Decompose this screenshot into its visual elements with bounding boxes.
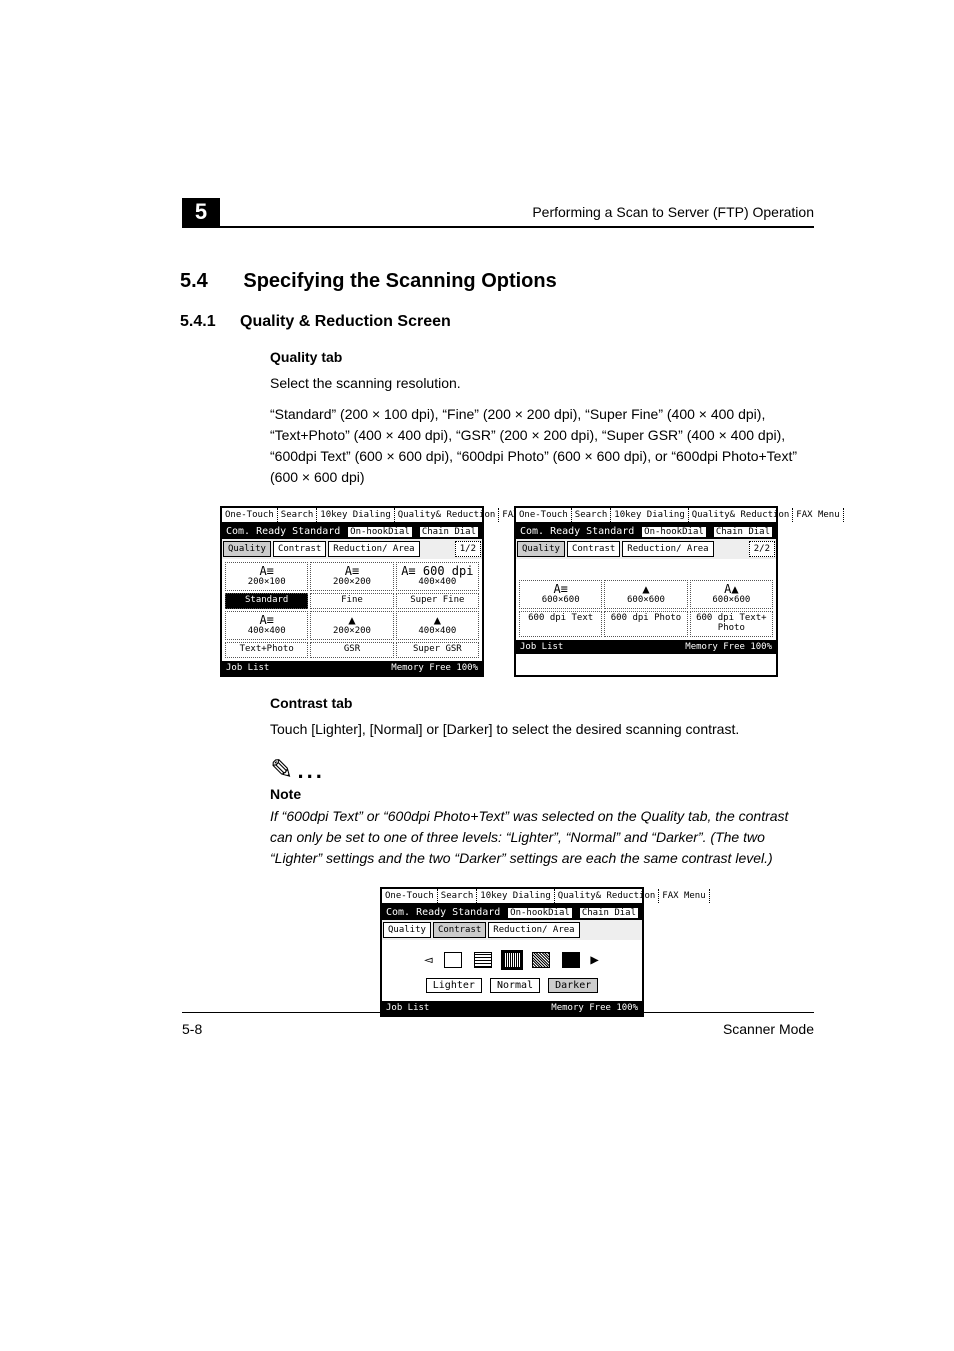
contrast-level[interactable]	[474, 952, 492, 968]
subsection-title: Quality & Reduction Screen	[240, 313, 451, 330]
contrast-tab-heading: Contrast tab	[270, 695, 814, 711]
sub-tab-quality[interactable]: Quality	[223, 541, 271, 557]
resolution-option[interactable]: A≡600×600	[519, 580, 602, 609]
resolution-option-textphoto[interactable]: Text+Photo	[225, 642, 308, 658]
sub-tab-quality[interactable]: Quality	[517, 541, 565, 557]
resolution-option[interactable]: ▲400×400	[396, 611, 479, 640]
triangle-left-icon: ◅	[424, 952, 433, 968]
contrast-scale: ◅ ▶	[382, 940, 642, 974]
lcd-screen-quality-page2: One-Touch Search 10key Dialing Quality& …	[514, 506, 778, 677]
top-tab[interactable]: Search	[572, 508, 612, 522]
triangle-right-icon: ▶	[590, 952, 599, 968]
sub-tab-quality[interactable]: Quality	[383, 922, 431, 938]
top-tab[interactable]: FAX Menu	[659, 889, 709, 903]
resolution-option[interactable]: ▲600×600	[604, 580, 687, 609]
top-tab[interactable]: Quality& Reduction	[689, 508, 794, 522]
resolution-option[interactable]: A≡ 600 dpi400×400	[396, 562, 479, 591]
resolution-option-standard[interactable]: Standard	[225, 593, 308, 609]
quality-body: “Standard” (200 × 100 dpi), “Fine” (200 …	[270, 404, 814, 488]
status-mid: Standard	[586, 526, 634, 537]
contrast-level[interactable]	[503, 952, 521, 968]
page-indicator: 2/2	[749, 541, 775, 557]
lcd-screen-quality-page1: One-Touch Search 10key Dialing Quality& …	[220, 506, 484, 677]
status-left: Com. Ready	[386, 907, 446, 918]
resolution-option[interactable]: A≡200×200	[310, 562, 393, 591]
page-number: 5-8	[182, 1021, 202, 1037]
section-heading: 5.4 Specifying the Scanning Options	[180, 270, 834, 293]
top-tab[interactable]: Quality& Reduction	[555, 889, 660, 903]
on-hook-dial-button[interactable]: On-hookDial	[642, 527, 706, 537]
sub-tab-reduction[interactable]: Reduction/ Area	[488, 922, 579, 938]
memory-indicator: Memory Free 100%	[391, 663, 478, 673]
resolution-option-gsr[interactable]: GSR	[310, 642, 393, 658]
on-hook-dial-button[interactable]: On-hookDial	[348, 527, 412, 537]
sub-tab-contrast[interactable]: Contrast	[433, 922, 486, 938]
sub-tab-contrast[interactable]: Contrast	[273, 541, 326, 557]
note-body: If “600dpi Text” or “600dpi Photo+Text” …	[270, 806, 814, 869]
running-head: Performing a Scan to Server (FTP) Operat…	[532, 204, 814, 220]
resolution-option-superfine[interactable]: Super Fine	[396, 593, 479, 609]
job-list-button[interactable]: Job List	[226, 663, 269, 673]
top-tab[interactable]: One-Touch	[222, 508, 278, 522]
job-list-button[interactable]: Job List	[520, 642, 563, 652]
quality-tab-heading: Quality tab	[270, 349, 814, 365]
note-block: ✎... Note If “600dpi Text” or “600dpi Ph…	[270, 756, 814, 869]
chain-dial-button[interactable]: Chain Dial	[580, 908, 638, 918]
subsection-heading: 5.4.1 Quality & Reduction Screen	[180, 313, 834, 331]
top-tab[interactable]: Search	[278, 508, 318, 522]
top-tab[interactable]: FAX Menu	[793, 508, 843, 522]
lighter-button[interactable]: Lighter	[426, 978, 482, 993]
lcd-screen-contrast: One-Touch Search 10key Dialing Quality& …	[380, 887, 644, 1017]
contrast-level[interactable]	[562, 952, 580, 968]
top-tab[interactable]: One-Touch	[382, 889, 438, 903]
status-mid: Standard	[292, 526, 340, 537]
contrast-level[interactable]	[532, 952, 550, 968]
memory-indicator: Memory Free 100%	[685, 642, 772, 652]
quality-intro: Select the scanning resolution.	[270, 373, 814, 394]
note-label: Note	[270, 786, 814, 802]
on-hook-dial-button[interactable]: On-hookDial	[508, 908, 572, 918]
resolution-option-600photo[interactable]: 600 dpi Photo	[604, 611, 687, 637]
top-tab[interactable]: One-Touch	[516, 508, 572, 522]
note-dots-icon: ...	[297, 758, 324, 783]
sub-tab-contrast[interactable]: Contrast	[567, 541, 620, 557]
top-tab[interactable]: 10key Dialing	[477, 889, 554, 903]
section-title: Specifying the Scanning Options	[243, 270, 556, 292]
chain-dial-button[interactable]: Chain Dial	[714, 527, 772, 537]
status-left: Com. Ready	[226, 526, 286, 537]
darker-button[interactable]: Darker	[548, 978, 598, 993]
resolution-option-supergsr[interactable]: Super GSR	[396, 642, 479, 658]
contrast-body: Touch [Lighter], [Normal] or [Darker] to…	[270, 719, 814, 740]
chapter-tab: 5	[182, 198, 220, 226]
page-indicator: 1/2	[455, 541, 481, 557]
resolution-option[interactable]: ▲200×200	[310, 611, 393, 640]
contrast-level[interactable]	[444, 952, 462, 968]
resolution-option-fine[interactable]: Fine	[310, 593, 393, 609]
top-tab[interactable]: Search	[438, 889, 478, 903]
header-rule	[182, 226, 814, 228]
note-icon: ✎	[270, 756, 293, 784]
status-left: Com. Ready	[520, 526, 580, 537]
resolution-option-600textphoto[interactable]: 600 dpi Text+ Photo	[690, 611, 773, 637]
footer-title: Scanner Mode	[723, 1021, 814, 1037]
top-tab[interactable]: Quality& Reduction	[395, 508, 500, 522]
resolution-option[interactable]: A≡200×100	[225, 562, 308, 591]
sub-tab-reduction[interactable]: Reduction/ Area	[622, 541, 713, 557]
section-number: 5.4	[180, 270, 208, 292]
resolution-option[interactable]: A▲600×600	[690, 580, 773, 609]
sub-tab-reduction[interactable]: Reduction/ Area	[328, 541, 419, 557]
resolution-option[interactable]: A≡400×400	[225, 611, 308, 640]
top-tab[interactable]: 10key Dialing	[611, 508, 688, 522]
status-mid: Standard	[452, 907, 500, 918]
subsection-number: 5.4.1	[180, 313, 216, 330]
chain-dial-button[interactable]: Chain Dial	[420, 527, 478, 537]
footer-rule	[182, 1012, 814, 1013]
top-tab[interactable]: 10key Dialing	[317, 508, 394, 522]
resolution-option-600text[interactable]: 600 dpi Text	[519, 611, 602, 637]
normal-button[interactable]: Normal	[490, 978, 540, 993]
